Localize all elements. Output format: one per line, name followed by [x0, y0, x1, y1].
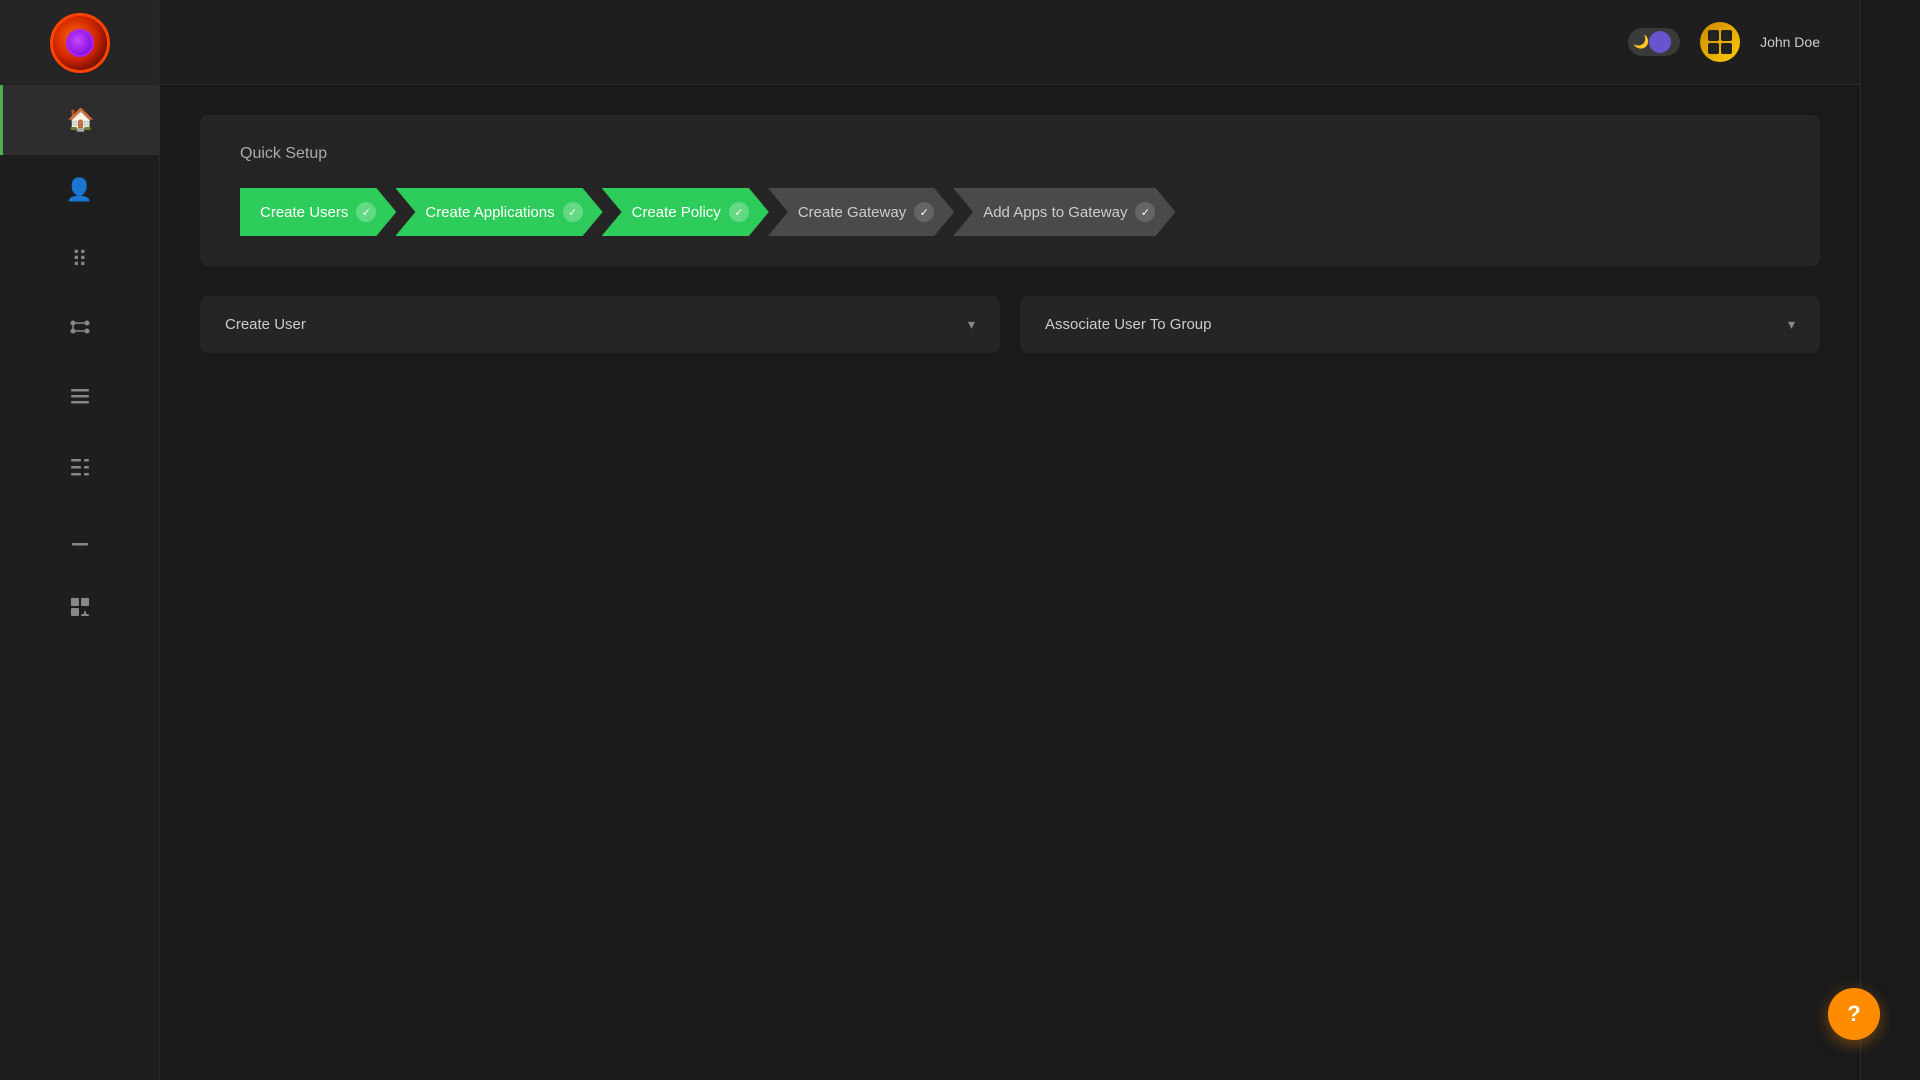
- step-create-policy-label: Create Policy: [632, 204, 721, 221]
- step-add-apps-gateway-label: Add Apps to Gateway: [983, 204, 1127, 221]
- help-icon: ?: [1847, 1001, 1860, 1027]
- avatar-grid: [1708, 30, 1732, 54]
- main-content: 🌙 John Doe Quick Setup Create Use: [160, 0, 1860, 1080]
- associate-user-header[interactable]: Associate User To Group ▾: [1020, 296, 1820, 353]
- header: 🌙 John Doe: [160, 0, 1860, 85]
- user-name: John Doe: [1760, 34, 1820, 50]
- download-icon: [68, 525, 92, 555]
- sidebar-nav: 🏠 👤 ⠿: [0, 85, 159, 645]
- quick-setup-title: Quick Setup: [240, 145, 1780, 163]
- sidebar-item-settings[interactable]: [0, 435, 159, 505]
- create-user-chevron: ▾: [968, 316, 975, 333]
- create-user-title: Create User: [225, 316, 306, 333]
- sidebar-item-widgets[interactable]: [0, 575, 159, 645]
- right-panel: [1860, 0, 1920, 1080]
- step-create-gateway-check: ✓: [914, 202, 934, 222]
- sidebar-item-logs[interactable]: [0, 365, 159, 435]
- sidebar-item-apps[interactable]: ⠿: [0, 225, 159, 295]
- widgets-icon: [68, 595, 92, 625]
- create-user-header[interactable]: Create User ▾: [200, 296, 1000, 353]
- associate-user-panel: Associate User To Group ▾: [1020, 296, 1820, 353]
- bottom-panels: Create User ▾ Associate User To Group ▾: [200, 296, 1820, 353]
- sidebar-item-download[interactable]: [0, 505, 159, 575]
- step-create-applications-label: Create Applications: [425, 204, 554, 221]
- grid-icon: ⠿: [71, 247, 87, 273]
- step-create-users[interactable]: Create Users ✓: [240, 188, 396, 236]
- avatar: [1700, 22, 1740, 62]
- sidebar-item-home[interactable]: 🏠: [0, 85, 159, 155]
- steps-container: Create Users ✓ Create Applications ✓ Cre…: [240, 188, 1780, 236]
- toggle-knob: [1649, 31, 1671, 53]
- step-create-applications[interactable]: Create Applications ✓: [395, 188, 602, 236]
- step-create-policy-check: ✓: [729, 202, 749, 222]
- sidebar-item-users[interactable]: 👤: [0, 155, 159, 225]
- home-icon: 🏠: [67, 107, 94, 133]
- step-create-policy[interactable]: Create Policy ✓: [602, 188, 769, 236]
- associate-user-title: Associate User To Group: [1045, 316, 1211, 333]
- page-content: Quick Setup Create Users ✓ Create Applic…: [160, 85, 1860, 1080]
- step-create-applications-check: ✓: [563, 202, 583, 222]
- create-user-panel: Create User ▾: [200, 296, 1000, 353]
- step-add-apps-gateway[interactable]: Add Apps to Gateway ✓: [953, 188, 1175, 236]
- logs-icon: [68, 385, 92, 415]
- header-right: 🌙 John Doe: [1628, 22, 1820, 62]
- theme-toggle[interactable]: 🌙: [1628, 28, 1680, 56]
- help-button[interactable]: ?: [1828, 988, 1880, 1040]
- step-create-gateway-label: Create Gateway: [798, 204, 906, 221]
- users-icon: 👤: [66, 177, 93, 203]
- quick-setup-panel: Quick Setup Create Users ✓ Create Applic…: [200, 115, 1820, 266]
- logo-inner: [66, 29, 94, 57]
- integration-icon: [68, 315, 92, 345]
- sidebar-item-integrations[interactable]: [0, 295, 159, 365]
- step-create-users-label: Create Users: [260, 204, 348, 221]
- sidebar: 🏠 👤 ⠿: [0, 0, 160, 1080]
- step-create-gateway[interactable]: Create Gateway ✓: [768, 188, 954, 236]
- associate-user-chevron: ▾: [1788, 316, 1795, 333]
- step-add-apps-gateway-check: ✓: [1135, 202, 1155, 222]
- step-create-users-check: ✓: [356, 202, 376, 222]
- logo-icon: [50, 13, 110, 73]
- sidebar-logo: [0, 0, 159, 85]
- settings-icon: [68, 455, 92, 485]
